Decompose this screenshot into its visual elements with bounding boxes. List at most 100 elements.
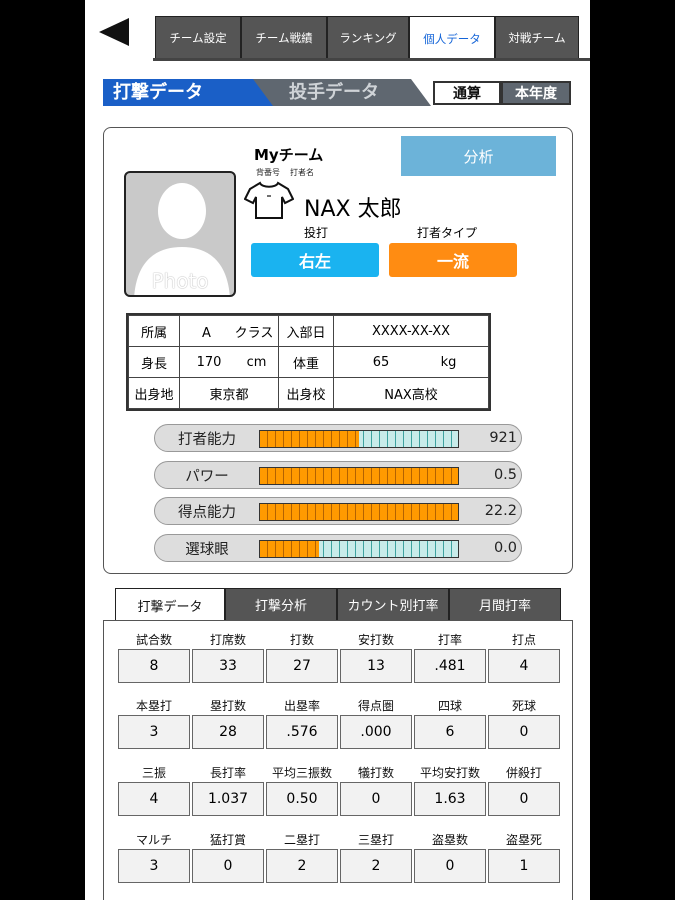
batter-name-label: 打者名	[290, 168, 314, 177]
period-total-button[interactable]: 通算	[433, 81, 501, 105]
stat-value: 0	[414, 849, 486, 883]
stat-label: マルチ	[135, 833, 172, 847]
team-name: Myチーム	[254, 146, 324, 164]
affiliation-class: A	[202, 325, 211, 341]
tab-team-settings[interactable]: チーム設定	[155, 16, 241, 60]
data-type-bar: 投手データ 打撃データ 通算 本年度	[103, 79, 573, 106]
ability-meter-fill	[260, 504, 458, 520]
stat-label: 打席数	[209, 633, 246, 647]
batter-type-value: 一流	[389, 243, 517, 277]
stat-value: .576	[266, 715, 338, 749]
ability-label: パワー	[185, 468, 229, 485]
analyze-button[interactable]: 分析	[401, 136, 556, 176]
height-unit: cm	[246, 354, 267, 370]
stat-label: 塁打数	[209, 699, 246, 713]
batting-stats-panel: 試合数 8 打席数 33 打数 27 安打数 13 打率 .481 打点 4 本塁打 3 塁打数 28 出塁率.…	[103, 620, 573, 900]
stat-label: 得点圏	[357, 699, 394, 713]
stat-value: 2	[340, 849, 412, 883]
ability-meter	[259, 430, 459, 448]
ability-meter-fill	[260, 541, 320, 557]
stat-label: 三振	[141, 766, 166, 780]
stat-label: 本塁打	[135, 699, 172, 713]
stat-value: 4	[118, 782, 190, 816]
player-info-table: 所属 A クラス 入部日 XXXX-XX-XX 身長 170 cm 体重 65 kg …	[126, 313, 491, 411]
ability-value: 0.5	[493, 467, 517, 483]
ability-bar: 得点能力 22.2	[154, 497, 522, 525]
ability-value: 0.0	[493, 540, 517, 556]
stat-value: 28	[192, 715, 264, 749]
stat-label: 盗塁数	[431, 833, 468, 847]
ability-meter-fill	[260, 431, 359, 447]
affiliation-label: 所属	[128, 315, 180, 347]
stat-value: 4	[488, 649, 560, 683]
stat-label: 打数	[289, 633, 314, 647]
height-label: 身長	[128, 346, 180, 378]
stat-value: 27	[266, 649, 338, 683]
batter-type-label: 打者タイプ	[417, 226, 478, 240]
ability-value: 921	[489, 430, 517, 446]
join-date-value: XXXX-XX-XX	[333, 315, 489, 347]
affiliation-value: A クラス	[179, 315, 279, 347]
school-value: NAX高校	[333, 377, 489, 409]
tab-team-record[interactable]: チーム戦績	[241, 16, 327, 60]
birthplace-value: 東京都	[179, 377, 279, 409]
stat-value: 1.63	[414, 782, 486, 816]
weight-label: 体重	[278, 346, 334, 378]
ability-meter	[259, 503, 459, 521]
tab-batting-data[interactable]: 打撃データ	[103, 79, 273, 106]
ability-meter	[259, 540, 459, 558]
height-value: 170 cm	[179, 346, 279, 378]
stat-value: .000	[340, 715, 412, 749]
throw-bat-label: 投打	[304, 226, 329, 240]
ability-meter-fill	[260, 468, 458, 484]
app-screen: チーム設定 チーム戦績 ランキング 個人データ 対戦チーム 投手データ 打撃デー…	[85, 0, 590, 900]
tab-count-average[interactable]: カウント別打率	[337, 588, 449, 621]
number-label: 背番号	[256, 168, 280, 177]
ability-bar: 打者能力 921	[154, 424, 522, 452]
ability-label: 打者能力	[178, 431, 236, 448]
school-label: 出身校	[278, 377, 334, 409]
stat-value: 13	[340, 649, 412, 683]
nav-divider	[153, 58, 590, 61]
ability-label: 得点能力	[178, 504, 236, 521]
tab-opponent-team[interactable]: 対戦チーム	[495, 16, 579, 60]
player-profile-card: Photo Myチーム 背番号 打者名 NAX 太郎 分析 投打 打者タイプ 右…	[103, 127, 573, 574]
stat-value: 0	[192, 849, 264, 883]
stat-label: 打率	[437, 633, 462, 647]
class-label: クラス	[234, 325, 274, 341]
stat-label: 長打率	[209, 766, 246, 780]
stat-label: 猛打賞	[209, 833, 246, 847]
stat-value: 3	[118, 849, 190, 883]
tab-personal-data[interactable]: 個人データ	[409, 16, 495, 60]
weight-unit: kg	[440, 354, 457, 370]
stat-value: 1	[488, 849, 560, 883]
stat-label: 平均安打数	[419, 766, 480, 780]
stat-label: 打点	[511, 633, 536, 647]
ability-value: 22.2	[484, 503, 517, 519]
stat-value: 0	[488, 715, 560, 749]
stat-label: 二塁打	[283, 833, 320, 847]
join-date-label: 入部日	[278, 315, 334, 347]
tab-pitching-data[interactable]: 投手データ	[251, 79, 431, 106]
ability-bar: 選球眼 0.0	[154, 534, 522, 562]
tab-monthly-average[interactable]: 月間打率	[449, 588, 561, 621]
stat-value: 8	[118, 649, 190, 683]
stat-label: 盗塁死	[505, 833, 542, 847]
stat-value: 33	[192, 649, 264, 683]
stat-value: 6	[414, 715, 486, 749]
stat-label: 犠打数	[357, 766, 394, 780]
stat-value: 3	[118, 715, 190, 749]
throw-bat-value: 右左	[251, 243, 379, 277]
back-arrow-icon[interactable]	[99, 18, 129, 46]
tab-batting-stats[interactable]: 打撃データ	[115, 588, 225, 621]
tab-batting-analysis[interactable]: 打撃分析	[225, 588, 337, 621]
uniform-shirt-icon	[244, 181, 294, 219]
ability-meter	[259, 467, 459, 485]
tab-ranking[interactable]: ランキング	[327, 16, 409, 60]
birthplace-label: 出身地	[128, 377, 180, 409]
stat-value: .481	[414, 649, 486, 683]
stat-label: 試合数	[135, 633, 172, 647]
height-number: 170	[196, 354, 222, 370]
period-year-button[interactable]: 本年度	[501, 81, 571, 105]
stat-value: 0	[340, 782, 412, 816]
